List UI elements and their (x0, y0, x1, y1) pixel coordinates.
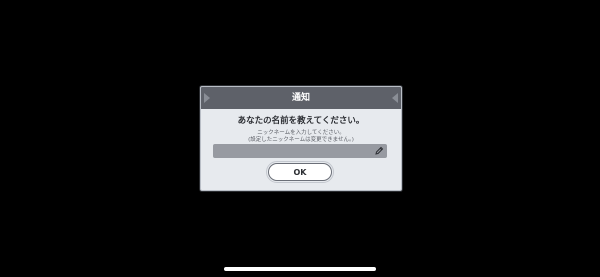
dialog-title: 通知 (291, 93, 310, 103)
pencil-icon[interactable] (374, 146, 384, 156)
game-screen: 通知 あなたの名前を教えてください。 ニックネームを入力してください。 (設定し… (0, 0, 600, 277)
header-ornament-icon (392, 93, 398, 103)
dialog-hint: ニックネームを入力してください。 (設定したニックネームは変更できません。) (201, 130, 401, 144)
hint-line-1: ニックネームを入力してください。 (257, 130, 345, 136)
ok-button[interactable]: OK (268, 163, 332, 181)
home-indicator[interactable] (224, 267, 376, 271)
dialog-header: 通知 (201, 87, 401, 109)
header-ornament-icon (204, 93, 210, 103)
nickname-field[interactable] (213, 144, 387, 158)
nickname-input[interactable] (217, 144, 367, 158)
name-entry-dialog: 通知 あなたの名前を教えてください。 ニックネームを入力してください。 (設定し… (200, 86, 402, 191)
dialog-message: あなたの名前を教えてください。 (237, 116, 365, 126)
hint-line-2: (設定したニックネームは変更できません。) (248, 137, 354, 143)
